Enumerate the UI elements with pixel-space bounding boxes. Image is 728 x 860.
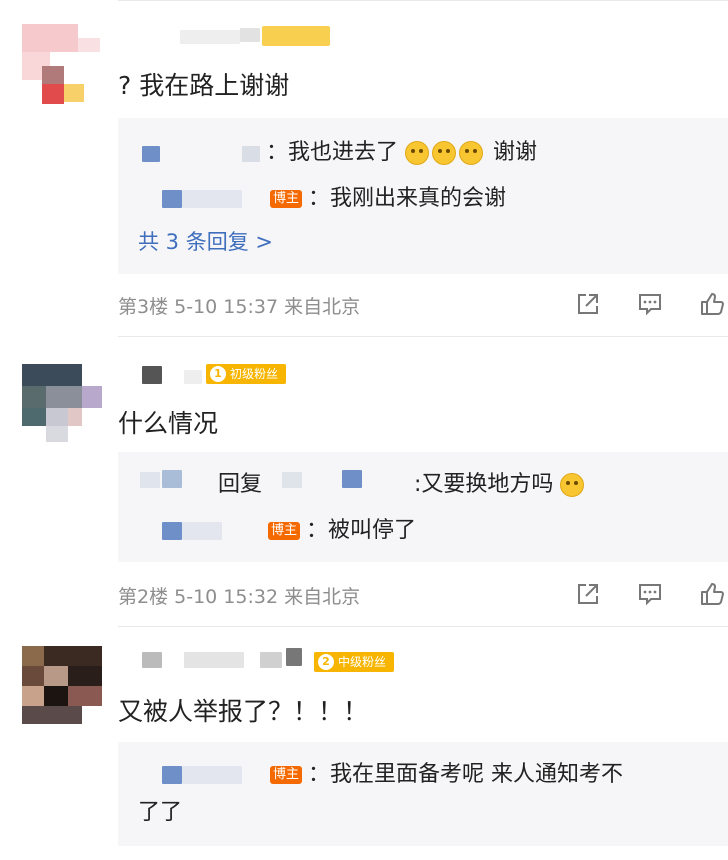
grin-emoji-icon — [459, 141, 484, 165]
reply-target-username[interactable] — [342, 470, 362, 488]
reply-line: ：我也进去了 谢谢 — [118, 134, 718, 165]
reply-box: 回复 :又要换地方吗 博主 ：被叫停了 — [118, 452, 728, 562]
author-badge: 博主 — [270, 766, 303, 784]
reply-content: ：我刚出来真的会谢 — [308, 186, 507, 211]
reply-line: 博主 ：我刚出来真的会谢 — [118, 180, 718, 211]
reply-content: :又要换地方吗 — [414, 472, 554, 497]
comment-meta: 第2楼 5-10 15:32 来自北京 — [118, 586, 361, 608]
comment-meta: 第3楼 5-10 15:37 来自北京 — [118, 296, 361, 318]
reply-line: 博主 ：被叫停了 — [118, 512, 718, 543]
comment-icon[interactable] — [637, 291, 663, 317]
reply-content: ：我也进去了 — [266, 140, 399, 165]
grin-emoji-icon — [405, 141, 430, 165]
reply-line: 回复 :又要换地方吗 — [118, 466, 718, 497]
reply-content-trail: 谢谢 — [493, 140, 538, 165]
username[interactable]: 2 中级粉丝 — [140, 646, 420, 672]
avatar[interactable] — [22, 364, 102, 444]
avatar[interactable] — [22, 24, 102, 104]
share-icon[interactable] — [575, 581, 601, 607]
comment-actions — [575, 291, 728, 321]
reply-line: 博主 ：我在里面备考呢 来人通知考不 — [118, 756, 718, 787]
reply-box: ：我也进去了 谢谢 博主 ：我刚出来真的会谢 共 3 条回复 > — [118, 118, 728, 274]
like-icon[interactable] — [699, 581, 725, 607]
author-badge: 博主 — [270, 190, 303, 208]
reply-username[interactable] — [142, 146, 160, 162]
comment-item: 2 中级粉丝 又被人举报了？！！！ 博主 ：我在里面备考呢 来人通知考不 了了 — [0, 626, 728, 860]
share-icon[interactable] — [575, 291, 601, 317]
reply-content: ：被叫停了 — [306, 518, 417, 543]
reply-prefix: 回复 — [218, 472, 263, 497]
author-badge: 博主 — [268, 522, 301, 540]
grin-emoji-icon — [432, 141, 457, 165]
like-icon[interactable] — [699, 291, 725, 317]
fan-badge[interactable]: 1 初级粉丝 — [206, 364, 287, 384]
reply-line: 了了 — [118, 794, 718, 825]
comment-item: 1 初级粉丝 什么情况 回复 :又要换地方吗 博主 ：被叫停了 第2楼 5-10 1… — [0, 336, 728, 626]
reply-content: ：我在里面备考呢 来人通知考不 — [308, 762, 624, 787]
comment-text: 什么情况 — [118, 409, 219, 438]
reply-box: 博主 ：我在里面备考呢 来人通知考不 了了 — [118, 742, 728, 846]
user-badge[interactable] — [262, 26, 330, 46]
fan-level: 1 — [210, 366, 226, 382]
username[interactable] — [140, 24, 400, 48]
comment-text: 又被人举报了？！！！ — [118, 697, 369, 726]
reply-username[interactable] — [162, 522, 182, 540]
reply-username[interactable] — [162, 190, 182, 208]
fan-label: 初级粉丝 — [230, 367, 279, 381]
reply-content-wrap: 了了 — [138, 800, 183, 825]
fan-badge[interactable]: 2 中级粉丝 — [314, 652, 395, 672]
crying-emoji-icon — [560, 473, 585, 497]
view-more-replies-link[interactable]: 共 3 条回复 > — [138, 226, 273, 256]
fan-level: 2 — [318, 654, 334, 670]
reply-username[interactable] — [162, 766, 182, 784]
comment-actions — [575, 581, 728, 611]
comment-text: ? 我在路上谢谢 — [118, 71, 290, 100]
username[interactable]: 1 初级粉丝 — [140, 364, 320, 388]
comment-item: ? 我在路上谢谢 ：我也进去了 谢谢 博主 ：我刚出来真的会谢 共 3 条回复 >… — [0, 0, 728, 330]
comment-icon[interactable] — [637, 581, 663, 607]
fan-label: 中级粉丝 — [338, 655, 387, 669]
avatar[interactable] — [22, 646, 102, 726]
